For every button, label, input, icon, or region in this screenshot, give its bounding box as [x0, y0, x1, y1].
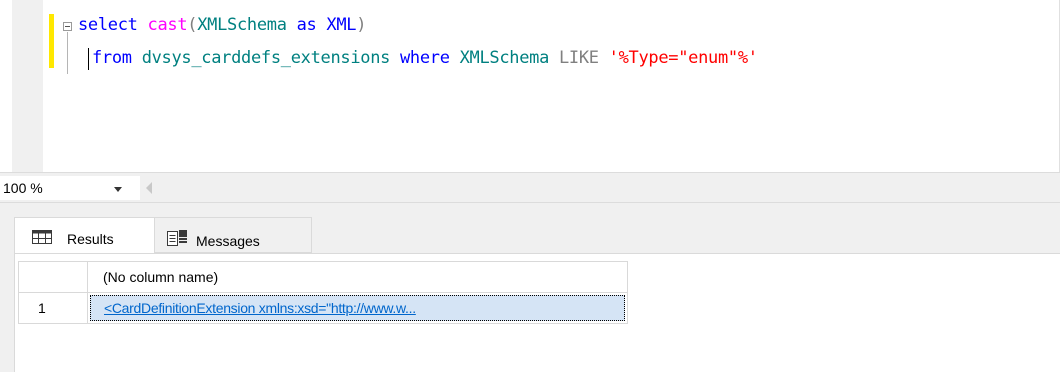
- text-caret: [88, 48, 89, 70]
- keyword-as: as: [296, 15, 317, 35]
- tab-results[interactable]: Results: [14, 217, 155, 253]
- zoom-select[interactable]: 100 %: [0, 176, 140, 200]
- change-indicator: [49, 14, 54, 68]
- keyword-from: from: [92, 48, 132, 68]
- result-cell[interactable]: <CardDefinitionExtension xmlns:xsd="http…: [87, 292, 628, 324]
- results-grid: (No column name) 1 <CardDefinitionExtens…: [18, 261, 628, 324]
- xml-result-link[interactable]: <CardDefinitionExtension xmlns:xsd="http…: [88, 300, 416, 316]
- editor-margin: [12, 0, 43, 172]
- results-pane: Results Messages (No column name) 1 <Car…: [0, 203, 1060, 372]
- column-name: XMLSchema: [459, 48, 550, 68]
- paren-close: ): [356, 15, 367, 35]
- collapse-icon[interactable]: [63, 22, 72, 31]
- paren-open: (: [187, 15, 198, 35]
- query-editor[interactable]: select cast(XMLSchema as XML) from dvsys…: [0, 0, 1060, 372]
- tab-messages-label: Messages: [196, 233, 260, 249]
- tab-results-label: Results: [67, 231, 114, 247]
- chevron-down-icon[interactable]: [114, 187, 122, 192]
- code-line-1[interactable]: select cast(XMLSchema as XML): [78, 15, 366, 35]
- row-number-header[interactable]: [18, 261, 88, 293]
- scroll-left-icon[interactable]: [146, 182, 152, 194]
- messages-icon: [167, 230, 189, 249]
- zoom-bar: 100 %: [0, 172, 1060, 203]
- code-line-2[interactable]: from dvsys_carddefs_extensions where XML…: [92, 48, 758, 68]
- keyword-select: select: [78, 15, 138, 35]
- table-row[interactable]: 1 <CardDefinitionExtension xmlns:xsd="ht…: [18, 292, 628, 324]
- row-number[interactable]: 1: [18, 292, 88, 324]
- results-grid-area: (No column name) 1 <CardDefinitionExtens…: [14, 253, 1060, 372]
- column-header[interactable]: (No column name): [87, 261, 628, 293]
- keyword-where: where: [400, 48, 450, 68]
- grid-icon: [32, 230, 52, 247]
- table-name: dvsys_carddefs_extensions: [141, 48, 391, 68]
- column-name: XMLSchema: [197, 15, 287, 35]
- type-xml: XML: [326, 15, 357, 35]
- keyword-like: LIKE: [558, 48, 599, 68]
- function-cast: cast: [147, 15, 188, 35]
- tab-messages[interactable]: Messages: [155, 217, 312, 253]
- grid-header-row: (No column name): [18, 261, 628, 293]
- string-pattern: '%Type="enum"%': [608, 48, 758, 68]
- outline-line: [67, 32, 68, 74]
- zoom-value: 100 %: [3, 180, 43, 196]
